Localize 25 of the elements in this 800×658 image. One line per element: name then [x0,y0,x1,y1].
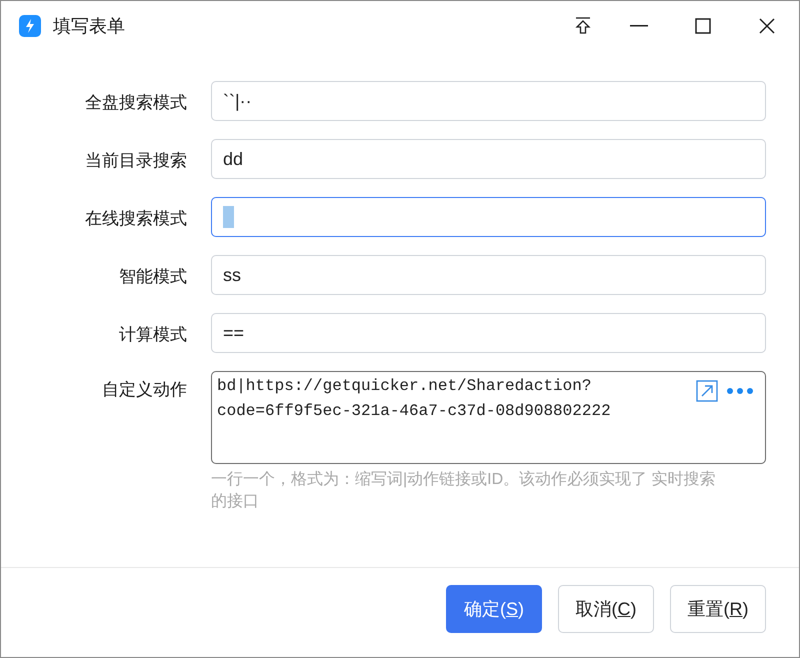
text-input-field[interactable]: == [211,313,766,353]
selection-highlight [223,206,234,228]
dialog-button[interactable]: 取消(C) [558,585,654,633]
field-label: 当前目录搜索 [85,151,187,170]
hint-text: 一行一个，格式为：缩写词|动作链接或ID。该动作必须实现了 实时搜索的接口 [211,470,717,512]
close-icon[interactable] [759,18,775,34]
field-label: 智能模式 [119,267,187,286]
textarea-field[interactable]: bd|https://getquicker.net/Sharedaction?code=6ff9f5ec-321a-46a7-c37d-08d908802222 [211,371,766,464]
dialog-button[interactable]: 重置(R) [670,585,766,633]
open-external-icon[interactable] [696,380,718,402]
more-icon[interactable] [726,387,754,395]
minimize-icon[interactable] [630,25,648,27]
field-label: 全盘搜索模式 [85,93,187,112]
window-title: 填写表单 [53,14,125,38]
text-input-field[interactable]: dd [211,139,766,179]
field-label: 在线搜索模式 [85,209,187,228]
text-input-field[interactable]: ``|·· [211,81,766,121]
field-label: 自定义动作 [102,380,187,399]
field-label: 计算模式 [119,325,187,344]
pin-top-icon[interactable] [574,16,592,36]
app-logo-icon [19,15,41,37]
confirm-button[interactable]: 确定(S) [446,585,542,633]
maximize-icon[interactable] [695,18,711,34]
text-input-field[interactable] [211,197,766,237]
text-input-field[interactable]: ss [211,255,766,295]
